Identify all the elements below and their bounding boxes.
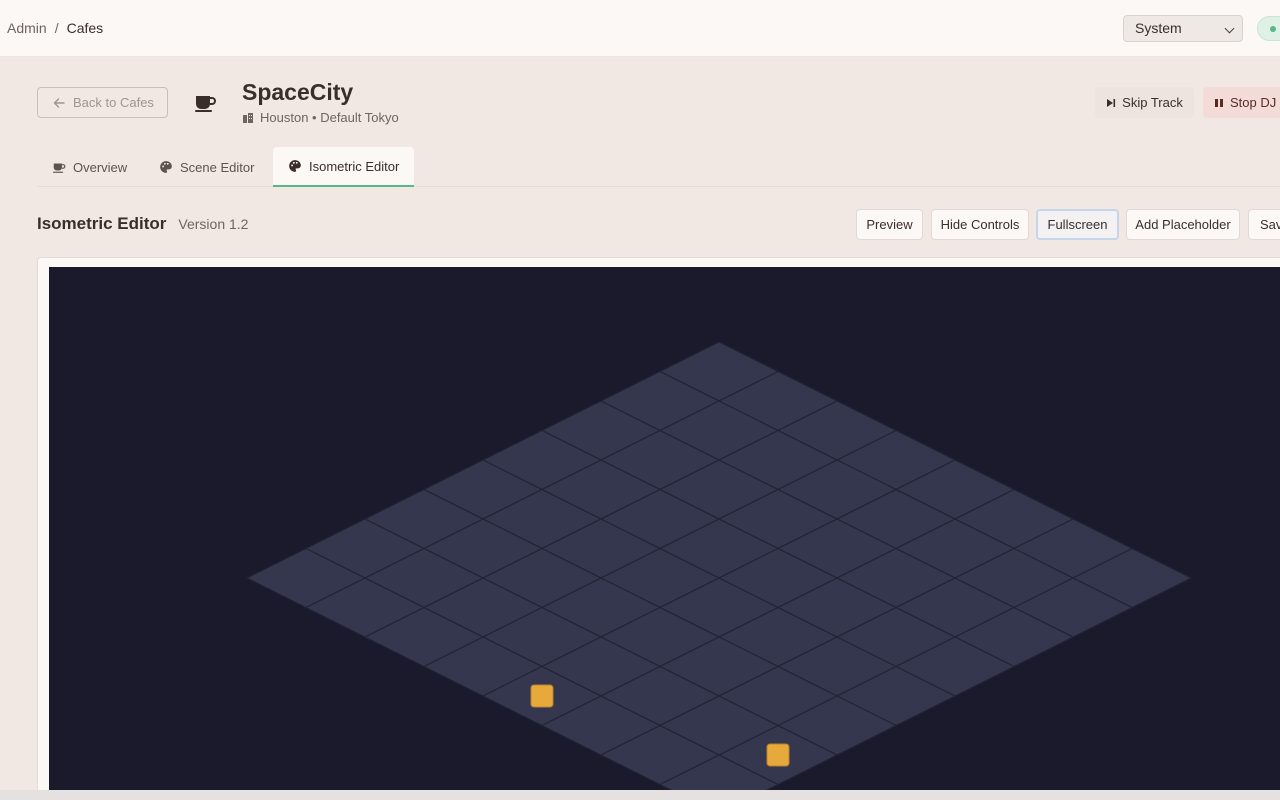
isometric-grid[interactable] xyxy=(49,267,1280,790)
add-placeholder-button[interactable]: Add Placeholder xyxy=(1126,209,1240,240)
editor-version: Version 1.2 xyxy=(178,216,249,232)
cafe-title: SpaceCity xyxy=(242,79,354,105)
cafe-location: Houston • Default Tokyo xyxy=(260,110,399,125)
palette-icon xyxy=(160,161,172,173)
tab-bar: Overview Scene Editor Isometric Editor xyxy=(37,147,1280,187)
skip-track-button[interactable]: Skip Track xyxy=(1095,87,1194,118)
palette-icon xyxy=(289,160,301,172)
theme-select-value: System xyxy=(1135,20,1182,36)
placeholder-marker[interactable] xyxy=(530,684,554,708)
tab-scene-editor[interactable]: Scene Editor xyxy=(144,147,269,187)
save-button[interactable]: Sav xyxy=(1248,209,1280,240)
fullscreen-button[interactable]: Fullscreen xyxy=(1036,209,1119,240)
status-pill[interactable] xyxy=(1257,16,1280,41)
breadcrumb: Admin / Cafes xyxy=(7,20,103,36)
breadcrumb-separator: / xyxy=(54,20,59,36)
back-button-label: Back to Cafes xyxy=(73,95,154,110)
tab-overview[interactable]: Overview xyxy=(37,147,142,187)
arrow-left-icon xyxy=(53,97,65,108)
theme-select[interactable]: System xyxy=(1123,15,1243,42)
skip-track-label: Skip Track xyxy=(1122,95,1183,110)
coffee-cup-icon xyxy=(195,96,216,112)
editor-header: Isometric Editor Version 1.2 xyxy=(37,214,248,234)
tab-scene-editor-label: Scene Editor xyxy=(180,159,255,175)
tab-overview-label: Overview xyxy=(73,159,128,175)
skip-forward-icon xyxy=(1107,98,1116,107)
bottom-scrollbar xyxy=(0,790,1280,800)
cup-icon xyxy=(53,163,66,173)
status-dot-icon xyxy=(1270,26,1276,32)
building-icon xyxy=(243,112,253,123)
top-bar: Admin / Cafes System xyxy=(0,0,1280,57)
breadcrumb-current: Cafes xyxy=(66,20,104,36)
placeholder-marker[interactable] xyxy=(766,743,790,767)
pause-icon xyxy=(1215,98,1223,107)
preview-button[interactable]: Preview xyxy=(856,209,923,240)
chevron-down-icon xyxy=(1224,23,1235,34)
tab-isometric-editor[interactable]: Isometric Editor xyxy=(273,147,415,187)
isometric-canvas[interactable] xyxy=(49,267,1280,790)
stop-dj-button[interactable]: Stop DJ xyxy=(1203,87,1280,118)
tab-isometric-editor-label: Isometric Editor xyxy=(309,158,400,174)
hide-controls-button[interactable]: Hide Controls xyxy=(931,209,1029,240)
stop-dj-label: Stop DJ xyxy=(1230,95,1277,110)
editor-title: Isometric Editor xyxy=(37,214,167,233)
cafe-subtitle: Houston • Default Tokyo xyxy=(242,110,399,125)
back-to-cafes-button[interactable]: Back to Cafes xyxy=(37,87,168,118)
breadcrumb-admin-link[interactable]: Admin xyxy=(7,20,47,36)
